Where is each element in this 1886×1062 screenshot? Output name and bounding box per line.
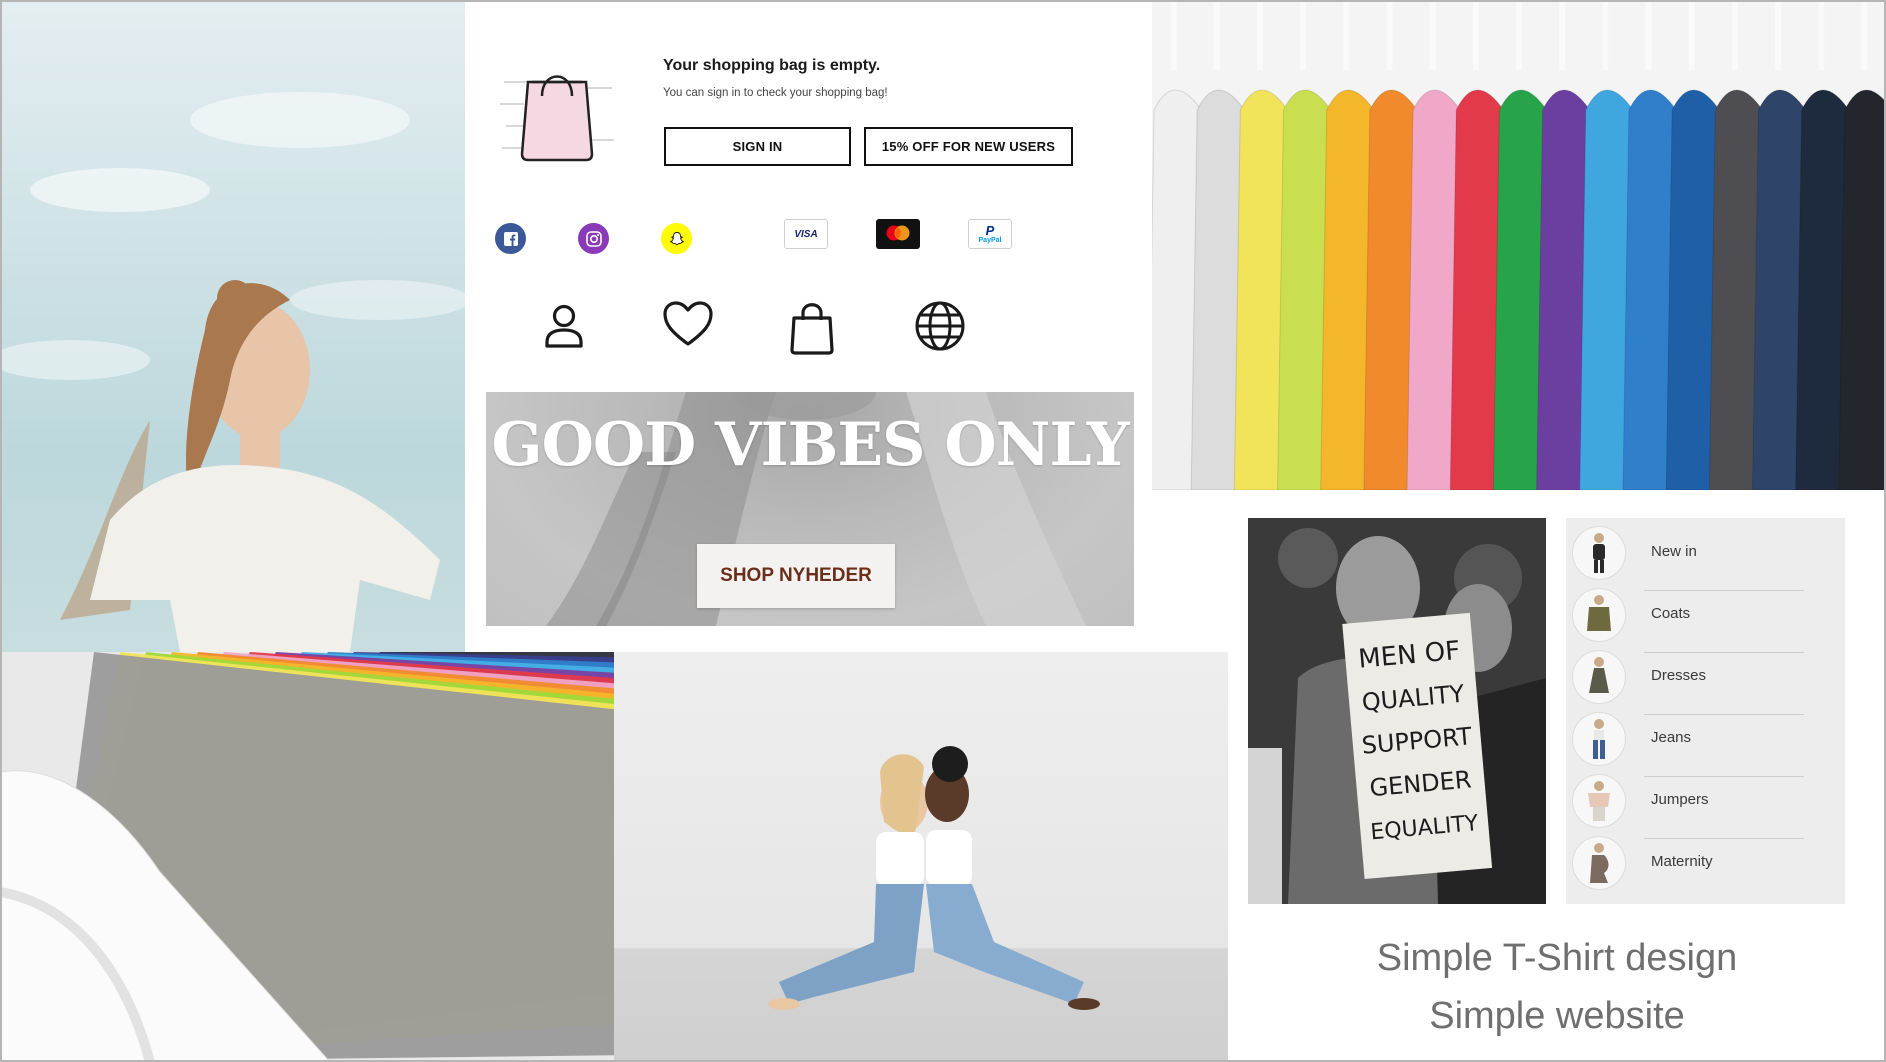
instagram-icon[interactable] [578, 223, 609, 254]
category-item-new-in[interactable]: New in [1566, 522, 1845, 591]
globe-icon[interactable] [910, 296, 970, 356]
category-label: Dresses [1651, 667, 1707, 684]
caption-line-1: Simple T-Shirt design [1376, 937, 1738, 979]
account-icon[interactable] [534, 296, 594, 356]
shopping-bag-illustration [498, 64, 616, 164]
category-label: Coats [1651, 605, 1691, 622]
category-thumbnail [1572, 526, 1626, 580]
empty-bag-subtitle: You can sign in to check your shopping b… [663, 87, 888, 99]
tshirt-rack-top-illustration [1152, 0, 1886, 490]
category-item-dresses[interactable]: Dresses [1566, 646, 1845, 715]
category-label: Maternity [1651, 853, 1713, 870]
paypal-label: PayPal [978, 237, 1002, 244]
tshirt-rack-bottom-illustration [0, 652, 614, 1062]
empty-bag-title: Your shopping bag is empty. [663, 57, 881, 74]
category-item-jumpers[interactable]: Jumpers [1566, 770, 1845, 839]
good-vibes-banner: GOOD VIBES ONLY SHOP NYHEDER [486, 392, 1134, 626]
category-thumbnail [1572, 588, 1626, 642]
wishlist-icon[interactable] [658, 294, 718, 354]
category-label: Jumpers [1651, 791, 1709, 808]
visa-icon: VISA [784, 219, 828, 249]
woman-sky-illustration [0, 92, 465, 652]
shop-news-button[interactable]: SHOP NYHEDER [697, 544, 895, 608]
category-list: New in Coats Dresses Jeans Jumpers Mater… [1566, 518, 1845, 904]
sign-in-button[interactable]: SIGN IN [664, 127, 851, 166]
facebook-icon[interactable] [495, 223, 526, 254]
photo-protest: MEN OF QUALITY SUPPORT GENDER EQUALITY [1248, 518, 1546, 904]
category-item-jeans[interactable]: Jeans [1566, 708, 1845, 777]
photo-two-women [614, 652, 1228, 1062]
photo-tshirt-rack-bottom [0, 652, 614, 1062]
category-label: Jeans [1651, 729, 1692, 746]
new-users-discount-button[interactable]: 15% OFF FOR NEW USERS [864, 127, 1073, 166]
protest-illustration: MEN OF QUALITY SUPPORT GENDER EQUALITY [1248, 518, 1546, 904]
two-women-illustration [768, 746, 1100, 1010]
category-thumbnail [1572, 712, 1626, 766]
category-item-maternity[interactable]: Maternity [1566, 832, 1845, 894]
category-thumbnail [1572, 650, 1626, 704]
photo-woman-sky [0, 0, 465, 652]
category-label: New in [1651, 543, 1697, 560]
paypal-icon: P PayPal [968, 219, 1012, 249]
caption-line-2: Simple website [1429, 995, 1685, 1037]
banner-title: GOOD VIBES ONLY [491, 410, 1129, 480]
category-thumbnail [1572, 774, 1626, 828]
photo-tshirt-rack-top [1152, 0, 1886, 490]
snapchat-icon[interactable] [661, 223, 692, 254]
category-item-coats[interactable]: Coats [1566, 584, 1845, 653]
shopping-bag-icon[interactable] [782, 298, 842, 358]
category-thumbnail [1572, 836, 1626, 890]
mastercard-icon [876, 219, 920, 249]
